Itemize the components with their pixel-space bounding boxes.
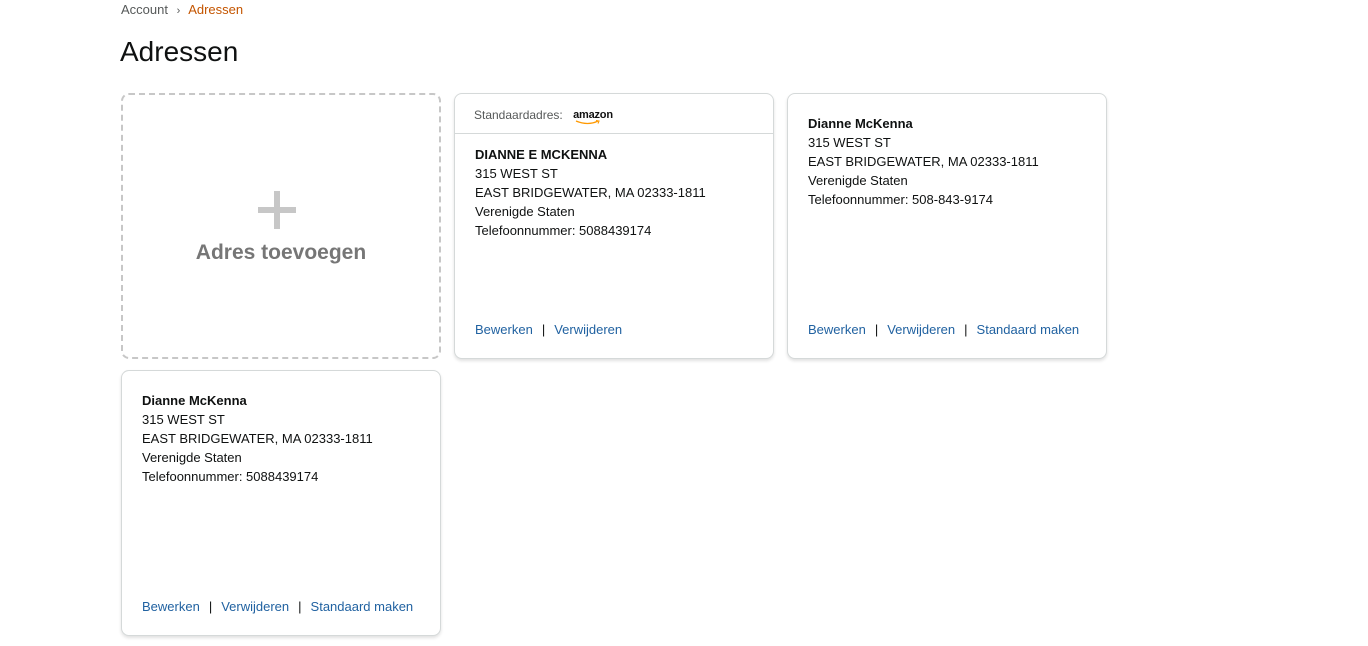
breadcrumb-account-link[interactable]: Account <box>121 2 168 17</box>
address-block: Dianne McKenna 315 WEST ST EAST BRIDGEWA… <box>788 94 1106 209</box>
address-phone: Telefoonnummer: 5088439174 <box>142 469 319 484</box>
action-separator: | <box>541 322 546 337</box>
action-separator: | <box>964 322 968 337</box>
address-block: DIANNE E MCKENNA 315 WEST ST EAST BRIDGE… <box>455 134 773 240</box>
address-city: EAST BRIDGEWATER, MA 02333-1811 <box>142 431 373 446</box>
address-block: Dianne McKenna 315 WEST ST EAST BRIDGEWA… <box>122 371 440 486</box>
address-card: Dianne McKenna 315 WEST ST EAST BRIDGEWA… <box>787 93 1107 359</box>
address-country: Verenigde Staten <box>142 450 242 465</box>
make-default-link[interactable]: Standaard maken <box>311 599 414 614</box>
delete-address-link[interactable]: Verwijderen <box>221 599 289 614</box>
breadcrumb-separator: › <box>176 5 181 17</box>
amazon-smile-icon <box>575 119 600 124</box>
plus-icon <box>258 191 296 229</box>
edit-address-link[interactable]: Bewerken <box>475 322 533 337</box>
address-country: Verenigde Staten <box>808 173 908 188</box>
default-address-label: Standaardadres: <box>474 107 563 122</box>
breadcrumb-current: Adressen <box>188 2 244 17</box>
default-address-header: Standaardadres: amazon <box>455 94 773 134</box>
address-country: Verenigde Staten <box>475 204 575 219</box>
address-card-default: Standaardadres: amazon DIANNE E MCKENNA … <box>454 93 774 359</box>
address-name: Dianne McKenna <box>808 116 913 131</box>
address-street: 315 WEST ST <box>808 135 891 150</box>
address-street: 315 WEST ST <box>142 412 225 427</box>
add-address-label: Adres toevoegen <box>195 241 367 264</box>
page-title: Adressen <box>120 36 239 67</box>
address-street: 315 WEST ST <box>475 166 558 181</box>
address-city: EAST BRIDGEWATER, MA 02333-1811 <box>808 154 1039 169</box>
address-actions: Bewerken | Verwijderen | Standaard maken <box>808 320 1079 339</box>
amazon-logo-icon: amazon <box>573 109 613 124</box>
address-phone: Telefoonnummer: 508-843-9174 <box>808 192 994 207</box>
address-card: Dianne McKenna 315 WEST ST EAST BRIDGEWA… <box>121 370 441 636</box>
address-actions: Bewerken | Verwijderen | Standaard maken <box>142 597 413 616</box>
address-actions: Bewerken | Verwijderen <box>475 320 622 339</box>
delete-address-link[interactable]: Verwijderen <box>554 322 622 337</box>
breadcrumb: Account › Adressen <box>121 2 243 19</box>
address-name: DIANNE E MCKENNA <box>475 147 608 162</box>
action-separator: | <box>208 599 213 614</box>
edit-address-link[interactable]: Bewerken <box>808 322 866 337</box>
add-address-tile[interactable]: Adres toevoegen <box>121 93 441 359</box>
make-default-link[interactable]: Standaard maken <box>977 322 1080 337</box>
action-separator: | <box>298 599 302 614</box>
action-separator: | <box>874 322 879 337</box>
delete-address-link[interactable]: Verwijderen <box>887 322 955 337</box>
address-phone: Telefoonnummer: 5088439174 <box>475 223 652 238</box>
address-city: EAST BRIDGEWATER, MA 02333-1811 <box>475 185 706 200</box>
address-name: Dianne McKenna <box>142 393 247 408</box>
edit-address-link[interactable]: Bewerken <box>142 599 200 614</box>
